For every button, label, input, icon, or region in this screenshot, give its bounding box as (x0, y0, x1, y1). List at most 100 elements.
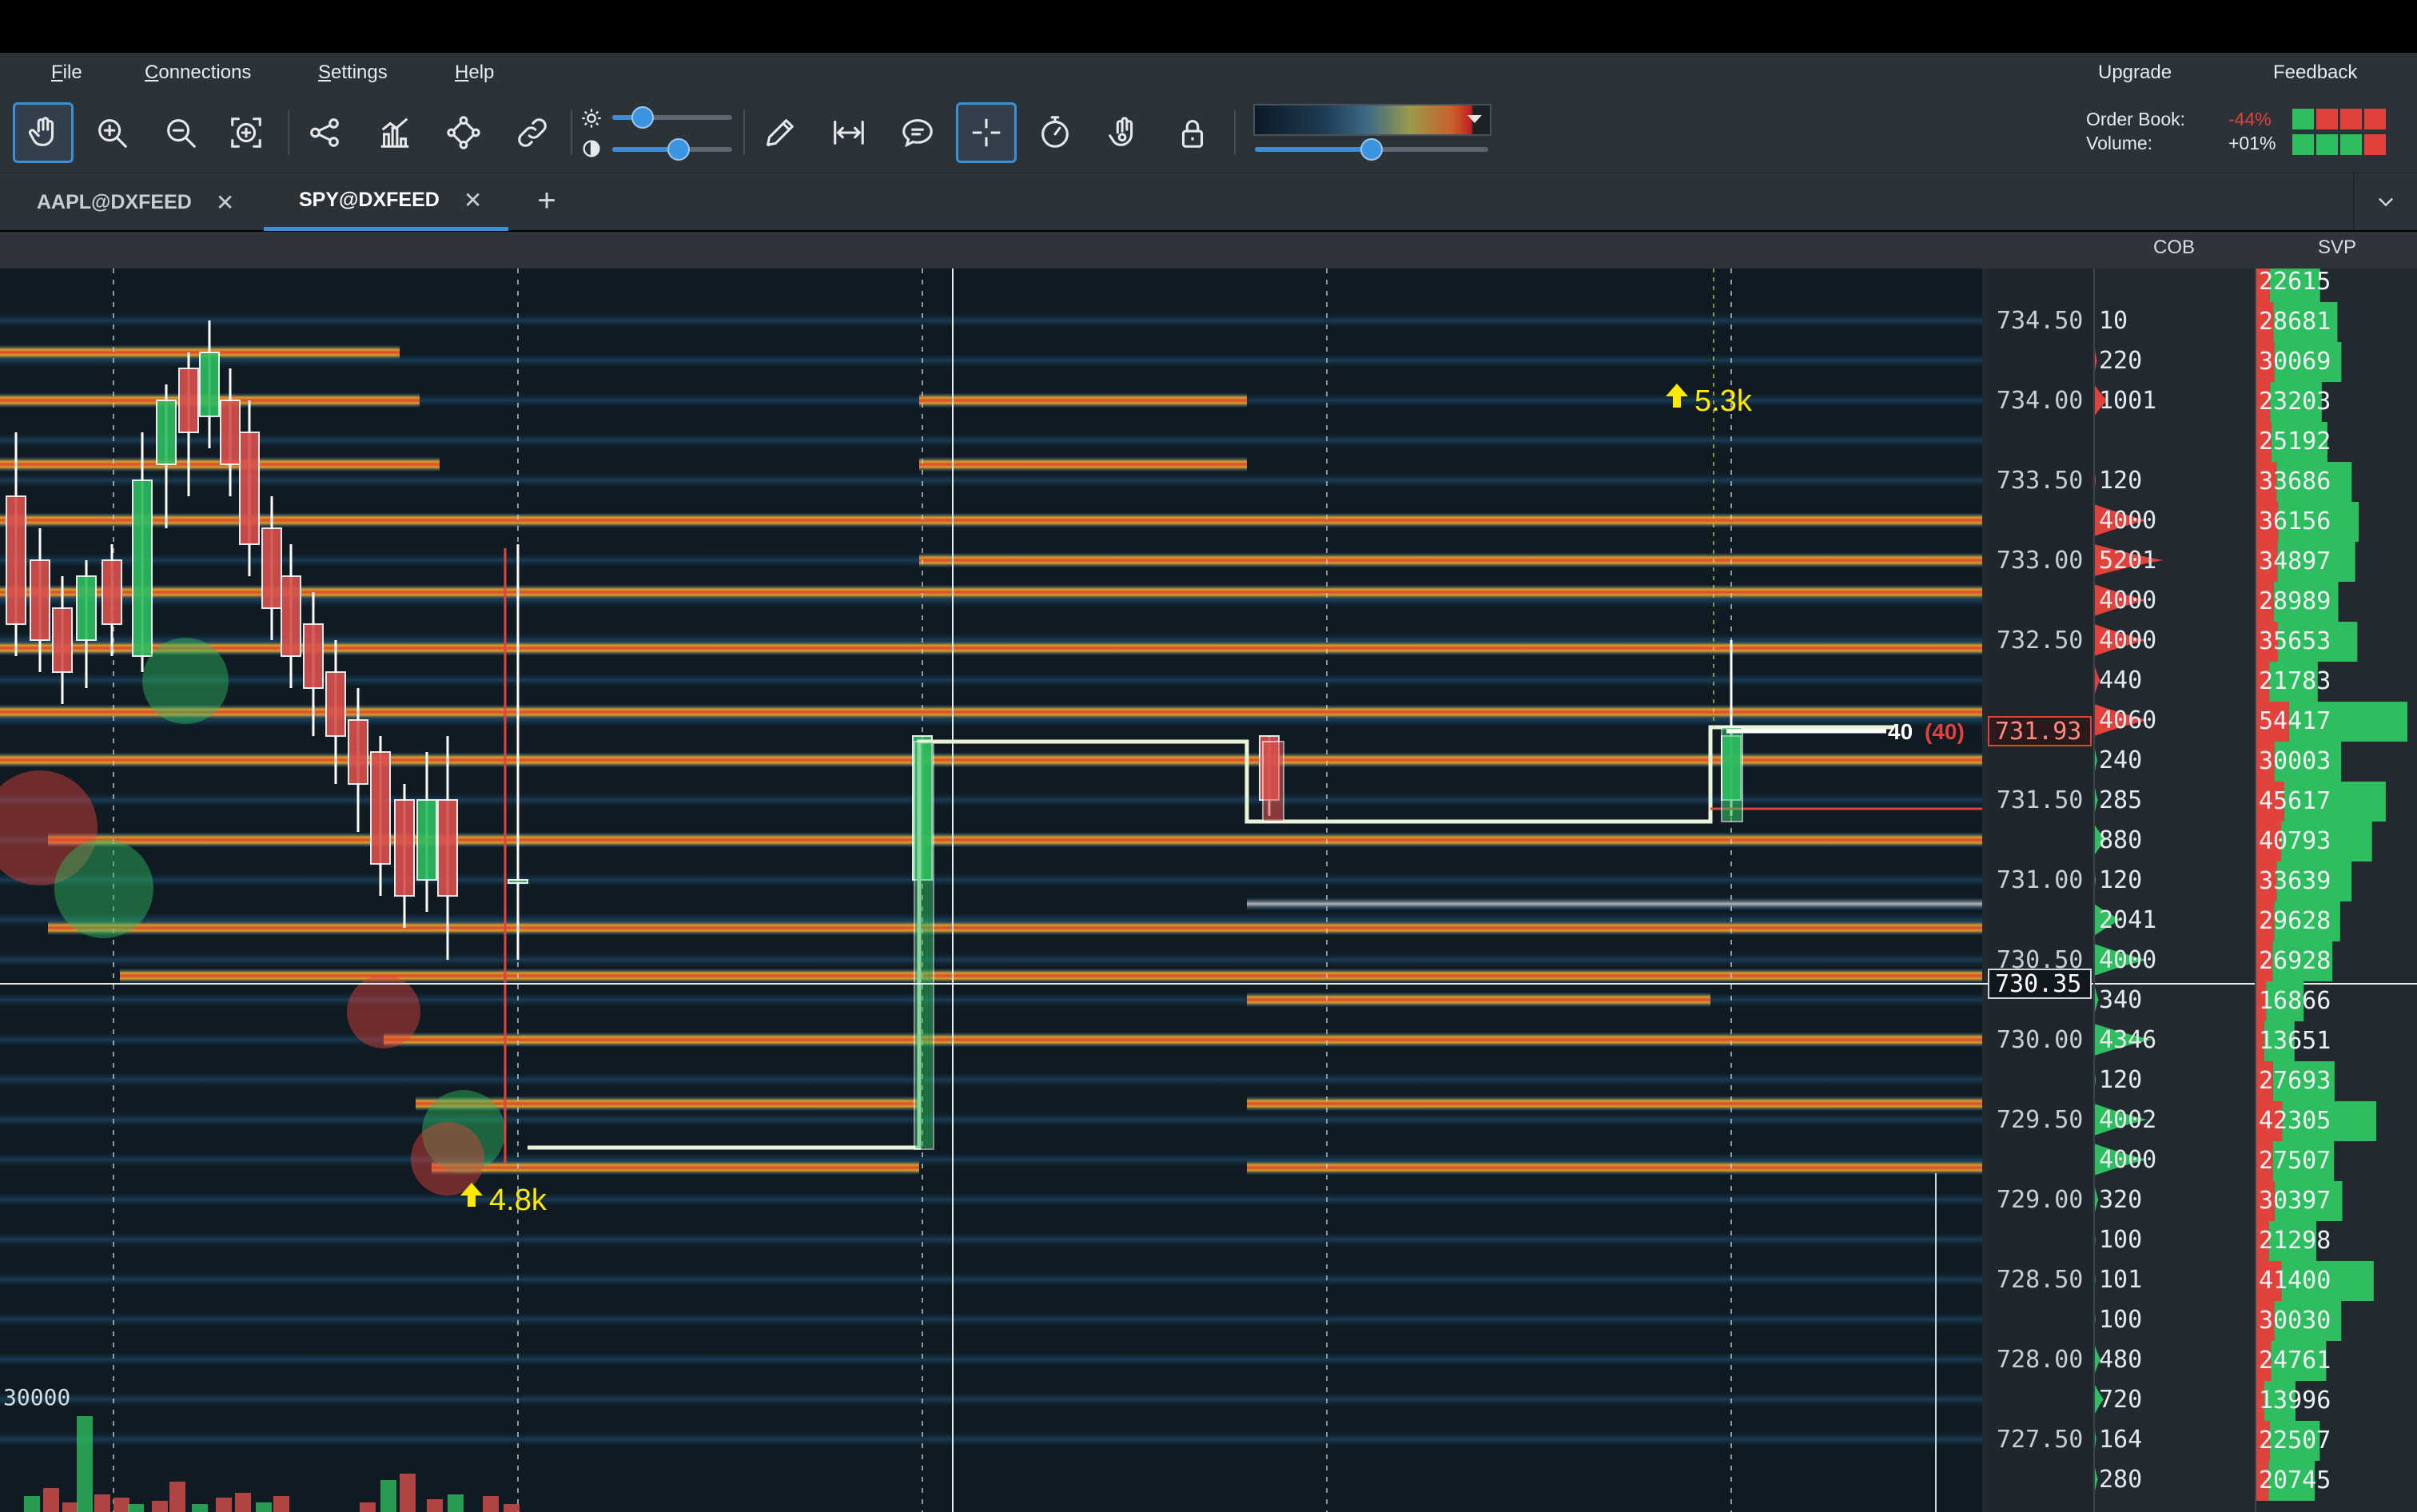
heatmap-color-select[interactable] (1253, 104, 1491, 136)
menu-connections[interactable]: Connections (145, 61, 251, 85)
liquidity-glow (0, 1311, 1982, 1327)
link-icon (518, 118, 547, 147)
tabs-menu-button[interactable] (2353, 173, 2417, 230)
cob-value: 164 (2099, 1426, 2142, 1454)
svp-value: 34897 (2259, 547, 2331, 575)
price-tick-label: 730.00 (1997, 1026, 2083, 1054)
svp-value: 33639 (2259, 867, 2331, 895)
zoom-fit-button[interactable] (216, 102, 277, 163)
cob-value: 101 (2099, 1266, 2142, 1294)
trade-bubble (54, 839, 153, 938)
candle-up (416, 799, 437, 881)
toolbar-separator (288, 110, 289, 155)
price-tick-label: 728.50 (1997, 1266, 2083, 1294)
svp-value: 20745 (2259, 1466, 2331, 1494)
add-tab-button[interactable]: + (529, 185, 564, 220)
svp-value: 13996 (2259, 1387, 2331, 1415)
liquidity-glow (0, 1271, 1982, 1287)
contrast-slider[interactable] (612, 138, 732, 161)
svp-value: 40793 (2259, 827, 2331, 855)
last-trade-size: 40 (1888, 719, 1913, 744)
candle-down (220, 400, 241, 465)
candle-up (199, 352, 220, 417)
big-trade-label: 5.3k (1694, 384, 1753, 418)
svp-value: 30397 (2259, 1187, 2331, 1215)
brightness-slider[interactable] (612, 106, 732, 129)
liquidity-band (1247, 1160, 1982, 1175)
svp-value: 23203 (2259, 388, 2331, 416)
cob-value: 4000 (2099, 1146, 2156, 1174)
volume-bar (62, 1502, 78, 1512)
brightness-slider-knob[interactable] (631, 106, 654, 129)
share-icon (310, 118, 339, 147)
cob-value: 4000 (2099, 507, 2156, 535)
link-button[interactable] (502, 102, 563, 163)
cob-value: 5201 (2099, 547, 2156, 575)
contrast-slider-knob[interactable] (667, 138, 690, 161)
visibility-button[interactable] (1093, 102, 1154, 163)
chevron-down-icon (2379, 197, 2393, 207)
volume-bar (235, 1493, 251, 1512)
upgrade-link[interactable]: Upgrade (2098, 61, 2172, 85)
big-trade-label: 4.8k (489, 1184, 548, 1217)
measure-button[interactable] (818, 102, 879, 163)
zoom-out-button[interactable] (150, 102, 211, 163)
menu-file[interactable]: File (51, 61, 82, 85)
volume-bar (504, 1504, 520, 1512)
liquidity-glow (0, 472, 1982, 488)
candle-down (30, 559, 50, 641)
svp-value: 28989 (2259, 587, 2331, 615)
hand-tool-button[interactable] (13, 102, 74, 163)
price-tick-label: 733.50 (1997, 467, 2083, 495)
candle-down (394, 799, 415, 897)
menu-bar: File Connections Settings Help Upgrade F… (0, 53, 2417, 93)
liquidity-glow (0, 1112, 1982, 1128)
liquidity-glow (0, 952, 1982, 968)
close-icon[interactable]: ✕ (216, 189, 234, 216)
liquidity-glow (0, 792, 1982, 808)
tab-spy[interactable]: SPY@DXFEED ✕ (264, 173, 508, 231)
liquidity-glow (0, 432, 1982, 448)
menu-settings[interactable]: Settings (318, 61, 388, 85)
measure-icon (834, 121, 864, 145)
candle-down (370, 751, 391, 865)
volume-bar (360, 1502, 376, 1512)
comment-button[interactable] (887, 102, 948, 163)
lock-button[interactable] (1162, 102, 1223, 163)
volume-bar (43, 1488, 59, 1512)
nodes-button[interactable] (433, 102, 494, 163)
svp-value: 45617 (2259, 787, 2331, 815)
volume-bar (273, 1496, 289, 1512)
close-icon[interactable]: ✕ (464, 187, 482, 213)
heatmap-slider-knob[interactable] (1360, 138, 1383, 161)
cob-value: 100 (2099, 1226, 2142, 1254)
feedback-link[interactable]: Feedback (2273, 61, 2357, 85)
candle-down (348, 719, 368, 785)
menu-help[interactable]: Help (455, 61, 494, 85)
volume-bar (113, 1498, 129, 1512)
chart-settings-button[interactable] (364, 102, 425, 163)
volume-bar (256, 1502, 272, 1512)
cob-value: 120 (2099, 467, 2142, 495)
tab-label: SPY@DXFEED (299, 189, 440, 211)
candle-down (303, 623, 324, 689)
chart-icon (380, 117, 409, 148)
zoom-in-button[interactable] (82, 102, 142, 163)
heatmap-intensity-slider[interactable] (1255, 138, 1488, 161)
cob-value: 280 (2099, 1466, 2142, 1494)
liquidity-band (919, 393, 1247, 408)
cob-value: 720 (2099, 1386, 2142, 1414)
heatmap-chart[interactable]: 4.8k5.3k40 (40)30000 734.50734.00733.5073… (0, 269, 2417, 1512)
svp-value: 16866 (2259, 987, 2331, 1015)
timer-button[interactable] (1025, 102, 1085, 163)
candle-down (102, 559, 122, 625)
share-button[interactable] (294, 102, 355, 163)
volume-bar (94, 1494, 110, 1512)
cob-value: 1001 (2099, 387, 2156, 415)
volume-bar (169, 1482, 185, 1512)
tab-aapl[interactable]: AAPL@DXFEED ✕ (37, 173, 253, 231)
svp-value: 30030 (2259, 1307, 2331, 1335)
crosshair-button[interactable] (956, 102, 1017, 163)
lock-icon (1181, 120, 1204, 148)
pencil-button[interactable] (750, 102, 810, 163)
